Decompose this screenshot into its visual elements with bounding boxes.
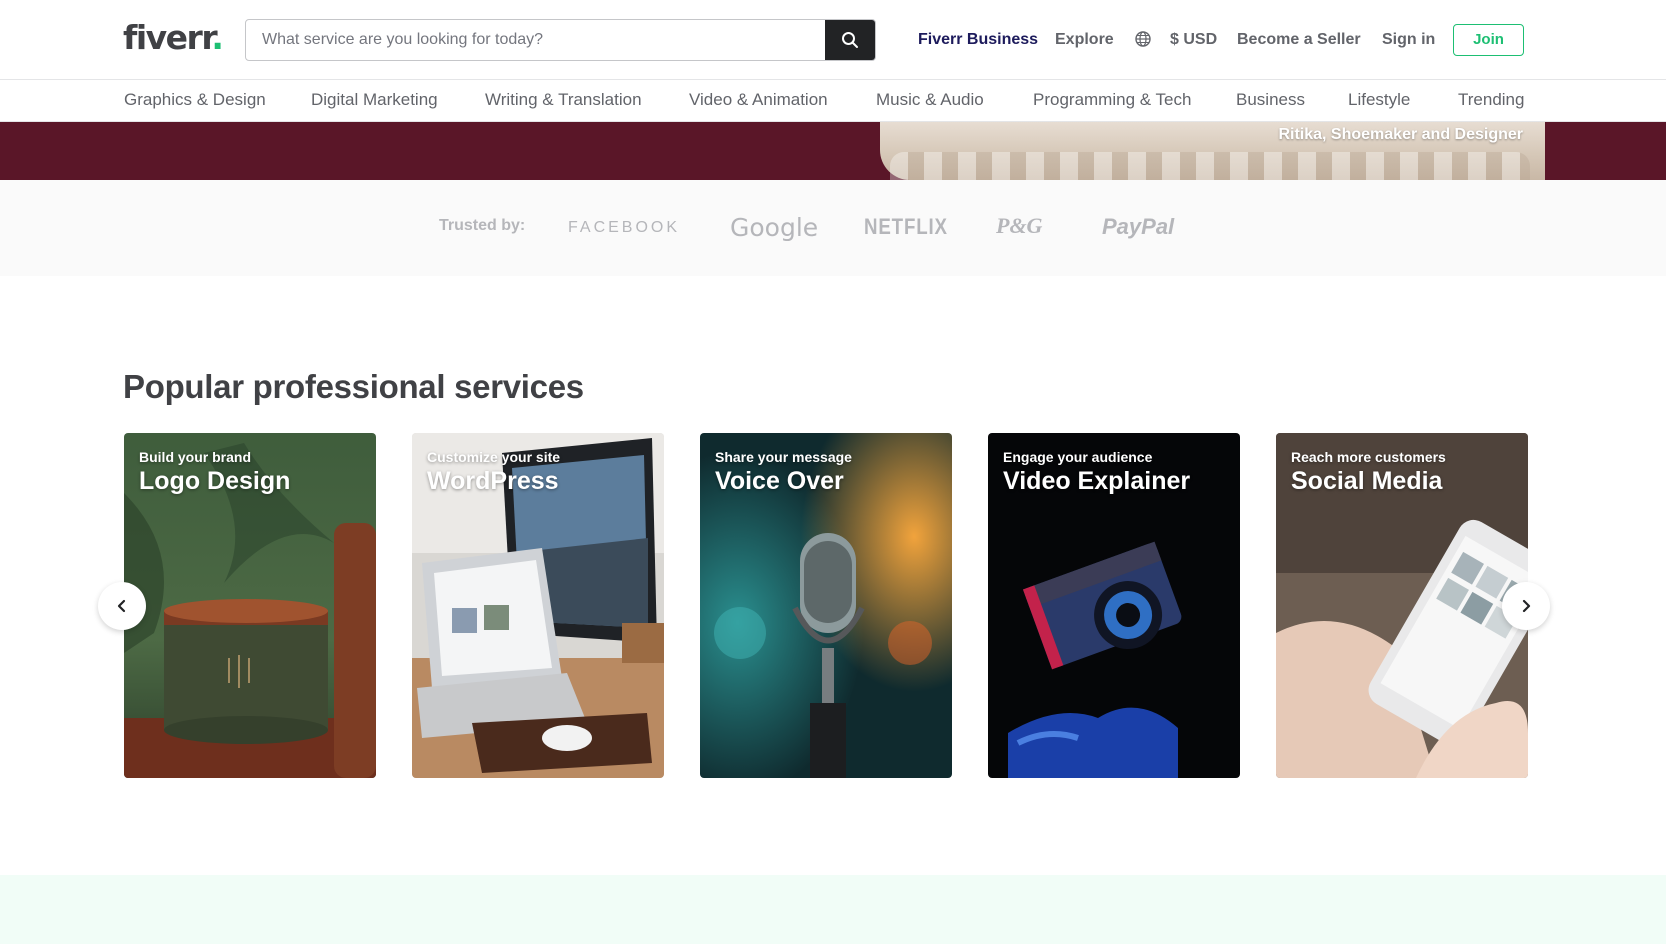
logo-text: fiverr — [123, 18, 213, 57]
card-subtitle: Build your brand — [139, 449, 251, 465]
search-icon — [842, 32, 858, 48]
category-programming-tech[interactable]: Programming & Tech — [1033, 90, 1191, 110]
next-section-background — [0, 875, 1666, 944]
section-title: Popular professional services — [123, 368, 584, 405]
card-title: Voice Over — [715, 467, 844, 495]
category-business[interactable]: Business — [1236, 90, 1305, 110]
facebook-logo: FACEBOOK — [568, 219, 681, 236]
card-subtitle: Engage your audience — [1003, 449, 1153, 465]
card-subtitle: Reach more customers — [1291, 449, 1446, 465]
category-menu: Graphics & Design Digital Marketing Writ… — [0, 80, 1666, 122]
category-trending[interactable]: Trending — [1458, 90, 1524, 110]
hero-banner: Ritika, Shoemaker and Designer — [0, 122, 1666, 180]
globe-icon[interactable] — [1134, 30, 1152, 48]
pg-logo: P&G — [996, 213, 1043, 238]
search-input[interactable] — [246, 20, 827, 60]
trusted-label: Trusted by: — [439, 217, 526, 234]
search-button[interactable] — [825, 20, 875, 60]
chevron-left-icon — [117, 599, 126, 613]
service-card-logo-design[interactable]: Build your brand Logo Design — [124, 433, 376, 778]
nav-become-seller[interactable]: Become a Seller — [1237, 28, 1361, 52]
service-card-wordpress[interactable]: Customize your site WordPress — [412, 433, 664, 778]
category-music-audio[interactable]: Music & Audio — [876, 90, 984, 110]
category-writing-translation[interactable]: Writing & Translation — [485, 90, 642, 110]
card-subtitle: Share your message — [715, 449, 852, 465]
service-card-video-explainer[interactable]: Engage your audience Video Explainer — [988, 433, 1240, 778]
google-logo: Google — [730, 213, 819, 242]
service-card-voice-over[interactable]: Share your message Voice Over — [700, 433, 952, 778]
trusted-by-bar: Trusted by: FACEBOOK Google NETFLIX P&G … — [0, 180, 1666, 276]
category-graphics-design[interactable]: Graphics & Design — [124, 90, 266, 110]
nav-fiverr-business[interactable]: Fiverr Business — [918, 28, 1038, 52]
service-card-social-media[interactable]: Reach more customers Social Media — [1276, 433, 1528, 778]
card-title: Social Media — [1291, 467, 1443, 495]
category-lifestyle[interactable]: Lifestyle — [1348, 90, 1410, 110]
carousel-next-button[interactable] — [1502, 582, 1550, 630]
nav-explore[interactable]: Explore — [1055, 28, 1114, 52]
paypal-logo: PayPal — [1102, 214, 1175, 239]
nav-sign-in[interactable]: Sign in — [1382, 28, 1435, 52]
netflix-logo: NETFLIX — [864, 214, 948, 239]
card-subtitle: Customize your site — [427, 449, 561, 465]
nav-currency[interactable]: $ USD — [1170, 28, 1217, 52]
top-header: fiverr. Fiverr Business Explore $ USD Be… — [0, 0, 1666, 80]
carousel-prev-button[interactable] — [98, 582, 146, 630]
logo-dot: . — [211, 18, 224, 57]
card-title: WordPress — [427, 467, 559, 495]
join-button[interactable]: Join — [1453, 24, 1524, 56]
card-title: Video Explainer — [1003, 467, 1191, 495]
chevron-right-icon — [1522, 599, 1531, 613]
search-bar — [245, 19, 876, 61]
fiverr-logo[interactable]: fiverr. — [123, 18, 224, 57]
category-digital-marketing[interactable]: Digital Marketing — [311, 90, 438, 110]
category-video-animation[interactable]: Video & Animation — [689, 90, 828, 110]
card-title: Logo Design — [139, 467, 291, 495]
hero-caption: Ritika, Shoemaker and Designer — [1278, 126, 1523, 143]
